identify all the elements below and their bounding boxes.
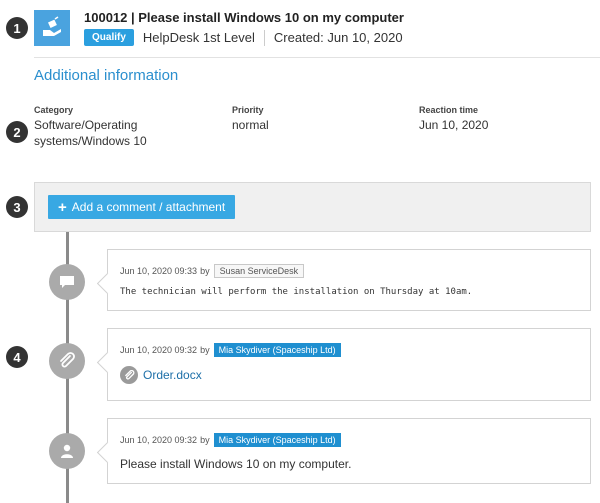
entry-by: by [200, 435, 210, 445]
info-label: Category [34, 105, 74, 115]
meta-divider [263, 29, 265, 46]
user-icon [49, 433, 85, 469]
attachment-link[interactable]: Order.docx [143, 368, 202, 382]
entry-text: The technician will perform the installa… [120, 287, 473, 297]
card-arrow [96, 351, 119, 374]
card-arrow [96, 441, 119, 464]
chat-bubble-icon [49, 264, 85, 300]
author-tag[interactable]: Mia Skydiver (Spaceship Ltd) [213, 343, 341, 357]
step-4-marker: 4 [6, 346, 28, 368]
entry-timestamp: Jun 10, 2020 09:32 [120, 435, 198, 445]
info-field-priority: Priority normal [232, 105, 382, 133]
timeline-entry: Jun 10, 2020 09:32 by Mia Skydiver (Spac… [96, 328, 591, 401]
paperclip-icon [49, 343, 85, 379]
ticket-hand-icon [34, 10, 70, 46]
ticket-meta: Qualify HelpDesk 1st Level Created: Jun … [84, 29, 403, 46]
created-label: Created: Jun 10, 2020 [273, 30, 403, 45]
step-1-marker: 1 [6, 17, 28, 39]
info-label: Reaction time [419, 105, 479, 115]
author-tag[interactable]: Mia Skydiver (Spaceship Ltd) [213, 433, 341, 447]
entry-header: Jun 10, 2020 09:32 by Mia Skydiver (Spac… [120, 433, 341, 447]
info-value: Jun 10, 2020 [419, 118, 489, 132]
attachment-clip-icon [120, 366, 138, 384]
entry-timestamp: Jun 10, 2020 09:33 [120, 266, 198, 276]
header-divider [34, 57, 600, 58]
author-tag[interactable]: Susan ServiceDesk [213, 264, 305, 278]
entry-header: Jun 10, 2020 09:32 by Mia Skydiver (Spac… [120, 343, 341, 357]
additional-info-title: Additional information [34, 67, 179, 84]
info-value: Software/Operating systems/Windows 10 [34, 118, 147, 148]
plus-icon: + [58, 198, 67, 216]
entry-text: Please install Windows 10 on my computer… [120, 457, 352, 471]
timeline-entry: Jun 10, 2020 09:32 by Mia Skydiver (Spac… [96, 418, 591, 484]
info-label: Priority [232, 105, 264, 115]
qualify-button[interactable]: Qualify [84, 29, 134, 46]
add-comment-button[interactable]: + Add a comment / attachment [48, 195, 236, 219]
info-value: normal [232, 118, 269, 132]
step-2-marker: 2 [6, 121, 28, 143]
entry-header: Jun 10, 2020 09:33 by Susan ServiceDesk [120, 264, 305, 278]
queue-label: HelpDesk 1st Level [142, 30, 255, 45]
entry-timestamp: Jun 10, 2020 09:32 [120, 345, 198, 355]
card-arrow [96, 272, 119, 295]
step-3-marker: 3 [6, 196, 28, 218]
info-field-reaction-time: Reaction time Jun 10, 2020 [419, 105, 569, 133]
entry-by: by [200, 345, 210, 355]
entry-by: by [200, 266, 210, 276]
info-field-category: Category Software/Operating systems/Wind… [34, 105, 164, 149]
ticket-title: 100012 | Please install Windows 10 on my… [84, 10, 404, 25]
add-comment-label: Add a comment / attachment [71, 200, 226, 214]
attachment[interactable]: Order.docx [120, 366, 202, 384]
timeline-entry: Jun 10, 2020 09:33 by Susan ServiceDesk … [96, 249, 591, 311]
